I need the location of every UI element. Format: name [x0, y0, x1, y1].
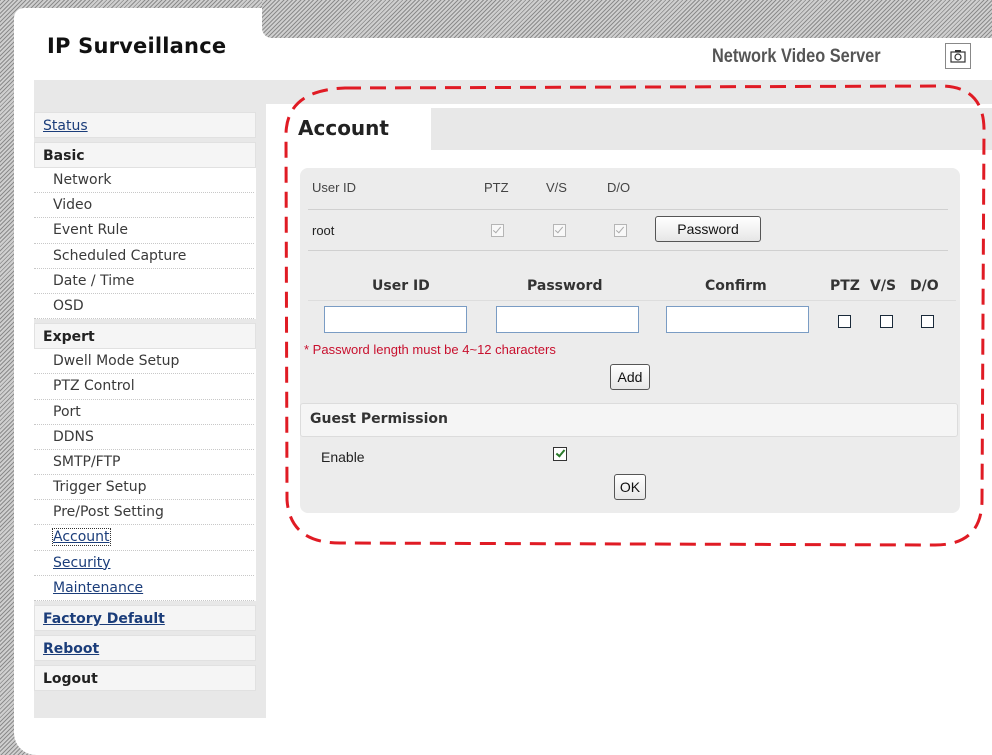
guest-permission-title: Guest Permission	[310, 411, 448, 427]
sidebar-item-video[interactable]: Video	[34, 193, 254, 219]
new-do-checkbox[interactable]	[921, 315, 934, 328]
add-header-user-id: User ID	[372, 278, 430, 294]
new-vs-checkbox[interactable]	[880, 315, 893, 328]
sidebar-item-scheduled-capture[interactable]: Scheduled Capture	[34, 243, 254, 269]
add-header-vs: V/S	[870, 278, 897, 294]
sidebar-item-trigger-setup[interactable]: Trigger Setup	[34, 475, 254, 501]
sidebar-item-ddns[interactable]: DDNS	[34, 424, 254, 450]
sidebar-item-status[interactable]: Status	[34, 112, 256, 138]
snapshot-button[interactable]	[945, 43, 971, 69]
row-divider	[308, 250, 948, 251]
new-user-id-input[interactable]	[324, 306, 467, 333]
sidebar-item-osd[interactable]: OSD	[34, 293, 254, 320]
sidebar-group-basic: Basic Network Video Event Rule Scheduled…	[34, 142, 256, 320]
sidebar-item-port[interactable]: Port	[34, 399, 254, 425]
new-password-input[interactable]	[496, 306, 639, 333]
account-ptz-checkbox	[491, 224, 504, 237]
password-button[interactable]: Password	[655, 216, 761, 242]
row-divider	[308, 209, 948, 210]
add-header-confirm: Confirm	[705, 278, 767, 294]
col-header-user-id: User ID	[312, 180, 357, 195]
add-header-password: Password	[527, 278, 603, 294]
account-user-id: root	[312, 223, 335, 238]
row-divider	[308, 300, 956, 301]
sidebar-item-maintenance[interactable]: Maintenance	[34, 575, 254, 601]
title-strip	[431, 108, 992, 150]
sidebar-item-reboot[interactable]: Reboot	[34, 635, 256, 661]
camera-icon	[950, 50, 966, 63]
brand-title: IP Surveillance	[47, 34, 227, 58]
guest-enable-label: Enable	[321, 449, 365, 465]
new-ptz-checkbox[interactable]	[838, 315, 851, 328]
account-panel	[300, 168, 960, 513]
sidebar-item-smtp-ftp[interactable]: SMTP/FTP	[34, 449, 254, 476]
add-header-do: D/O	[910, 278, 939, 294]
guest-enable-checkbox[interactable]	[553, 447, 567, 461]
product-name: Network Video Server	[712, 46, 881, 67]
col-header-ptz: PTZ	[484, 180, 509, 195]
sidebar-item-dwell-mode-setup[interactable]: Dwell Mode Setup	[34, 349, 254, 375]
sidebar-section-basic: Basic	[34, 142, 256, 168]
sidebar: Status Basic Network Video Event Rule Sc…	[34, 112, 256, 695]
sidebar-item-pre-post-setting[interactable]: Pre/Post Setting	[34, 500, 254, 526]
col-header-do: D/O	[607, 180, 631, 195]
sidebar-group-expert: Expert Dwell Mode Setup PTZ Control Port…	[34, 323, 256, 601]
sidebar-item-account[interactable]: Account	[34, 525, 254, 551]
new-confirm-input[interactable]	[666, 306, 809, 333]
sidebar-item-logout[interactable]: Logout	[34, 665, 256, 691]
add-button[interactable]: Add	[610, 364, 650, 390]
sidebar-item-network[interactable]: Network	[34, 168, 254, 194]
col-header-vs: V/S	[546, 180, 567, 195]
sidebar-item-ptz-control[interactable]: PTZ Control	[34, 374, 254, 400]
sidebar-section-expert: Expert	[34, 323, 256, 350]
add-header-ptz: PTZ	[830, 278, 860, 294]
account-vs-checkbox	[553, 224, 566, 237]
sidebar-item-factory-default[interactable]: Factory Default	[34, 605, 256, 631]
sidebar-item-date-time[interactable]: Date / Time	[34, 268, 254, 294]
sidebar-item-event-rule[interactable]: Event Rule	[34, 218, 254, 244]
sidebar-item-security[interactable]: Security	[34, 550, 254, 576]
account-do-checkbox	[614, 224, 627, 237]
ok-button[interactable]: OK	[614, 474, 646, 500]
password-length-warning: * Password length must be 4~12 character…	[304, 342, 556, 357]
page-title: Account	[298, 116, 389, 140]
header-hatch	[262, 0, 992, 38]
